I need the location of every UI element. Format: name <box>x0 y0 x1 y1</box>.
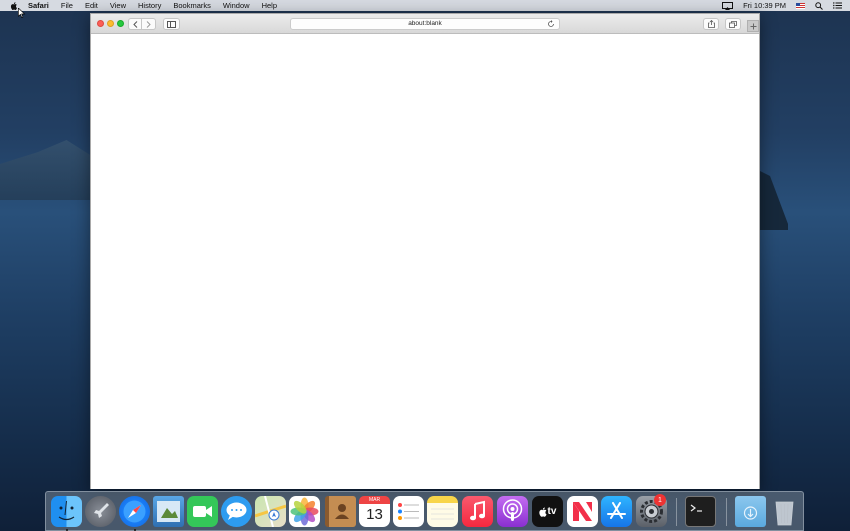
reload-icon[interactable] <box>547 20 555 28</box>
sidebar-icon <box>167 20 176 28</box>
address-text: about:blank <box>408 20 442 27</box>
tab-overview-button[interactable] <box>725 18 741 30</box>
terminal-icon[interactable] <box>685 496 716 527</box>
forward-button[interactable] <box>142 18 156 30</box>
new-tab-button[interactable] <box>747 20 759 32</box>
dock: MAR 13 tv <box>45 491 804 531</box>
maps-icon[interactable] <box>254 495 287 528</box>
sidebar-toggle-button[interactable] <box>163 18 180 30</box>
menu-file[interactable]: File <box>61 1 73 10</box>
dock-separator <box>676 498 677 526</box>
safari-toolbar: about:blank <box>91 14 759 34</box>
tab-overview-icon <box>729 20 737 28</box>
podcasts-icon[interactable] <box>497 496 528 527</box>
calendar-day-label: 13 <box>366 506 383 523</box>
menu-edit[interactable]: Edit <box>85 1 98 10</box>
menubar: Safari File Edit View History Bookmarks … <box>0 0 850 11</box>
share-button[interactable] <box>703 18 719 30</box>
address-bar[interactable]: about:blank <box>290 18 560 30</box>
window-minimize-button[interactable] <box>107 20 114 27</box>
window-close-button[interactable] <box>97 20 104 27</box>
share-icon <box>707 20 715 28</box>
contacts-icon[interactable] <box>325 496 356 527</box>
photos-icon[interactable] <box>289 496 320 527</box>
notes-icon[interactable] <box>427 496 458 527</box>
web-content-area[interactable] <box>91 34 759 489</box>
wallpaper-rock <box>758 170 788 230</box>
finder-icon[interactable] <box>51 496 82 531</box>
apple-tv-label: tv <box>547 506 557 517</box>
menu-help[interactable]: Help <box>262 1 277 10</box>
music-icon[interactable] <box>462 496 493 527</box>
window-maximize-button[interactable] <box>117 20 124 27</box>
menu-app-safari[interactable]: Safari <box>28 1 49 10</box>
preview-icon[interactable] <box>153 496 184 527</box>
apple-icon[interactable] <box>10 1 18 10</box>
safari-icon[interactable] <box>119 496 150 531</box>
apple-logo-icon <box>538 506 547 517</box>
menu-history[interactable]: History <box>138 1 161 10</box>
facetime-icon[interactable] <box>187 496 218 527</box>
trash-icon[interactable] <box>769 496 800 527</box>
menu-bookmarks[interactable]: Bookmarks <box>173 1 211 10</box>
safari-window: about:blank <box>90 13 760 489</box>
calendar-month-label: MAR <box>359 496 390 504</box>
wallpaper-cliff <box>0 140 95 200</box>
chevron-left-icon <box>132 20 137 28</box>
screen-mirroring-icon[interactable] <box>722 1 734 10</box>
input-source-flag-icon[interactable] <box>796 2 805 9</box>
spotlight-search-icon[interactable] <box>815 1 823 10</box>
plus-icon <box>750 23 756 29</box>
menu-window[interactable]: Window <box>223 1 250 10</box>
calendar-icon[interactable]: MAR 13 <box>359 496 390 527</box>
notification-center-icon[interactable] <box>833 2 842 9</box>
menu-view[interactable]: View <box>110 1 126 10</box>
dock-separator <box>726 498 727 526</box>
downloads-folder-icon[interactable] <box>735 496 766 527</box>
menubar-status-area: Fri 10:39 PM <box>722 0 842 11</box>
menubar-clock[interactable]: Fri 10:39 PM <box>743 1 786 10</box>
mouse-cursor-icon <box>18 8 26 18</box>
reminders-icon[interactable] <box>393 496 424 527</box>
app-store-icon[interactable] <box>601 496 632 527</box>
news-icon[interactable] <box>567 496 598 527</box>
apple-tv-icon[interactable]: tv <box>532 496 563 527</box>
messages-icon[interactable] <box>221 496 252 527</box>
back-button[interactable] <box>128 18 142 30</box>
chevron-right-icon <box>146 20 151 28</box>
launchpad-icon[interactable] <box>85 496 116 527</box>
app-store-update-badge: 1 <box>654 494 666 506</box>
